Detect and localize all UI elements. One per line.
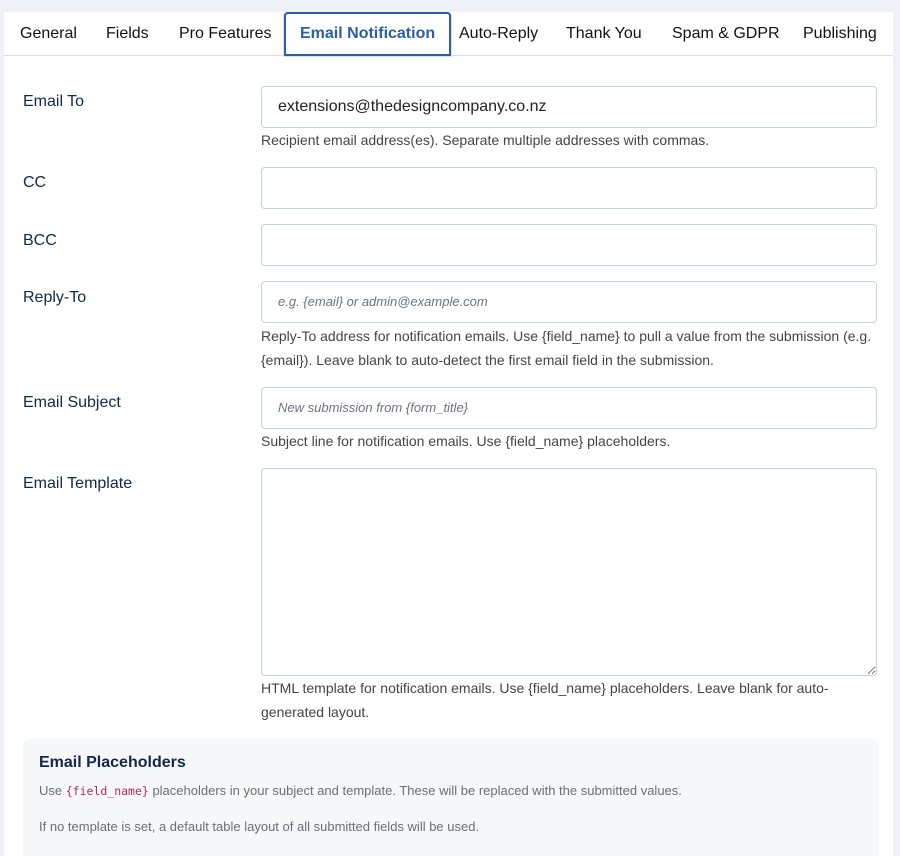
email-placeholders-info: Email Placeholders Use {field_name} plac…	[23, 739, 879, 856]
info-line-1: Use {field_name} placeholders in your su…	[39, 783, 682, 798]
info-title: Email Placeholders	[39, 754, 186, 771]
field-name-code: {field_name}	[65, 784, 149, 798]
bcc-input[interactable]	[261, 224, 877, 266]
info-line-1-pre: Use	[39, 783, 66, 798]
email-subject-input[interactable]	[261, 387, 877, 429]
email-template-help: HTML template for notification emails. U…	[261, 680, 829, 720]
tab-thank-you[interactable]: Thank You	[566, 12, 642, 56]
email-to-help: Recipient email address(es). Separate mu…	[261, 132, 710, 148]
bcc-label: BCC	[23, 232, 57, 249]
email-subject-help: Subject line for notification emails. Us…	[261, 433, 671, 449]
email-template-label: Email Template	[23, 475, 133, 492]
form-settings-card: General Fields Pro Features Email Notifi…	[4, 12, 893, 856]
cc-label: CC	[23, 174, 47, 191]
tab-bar: General Fields Pro Features Email Notifi…	[4, 12, 893, 56]
tab-spam-gdpr[interactable]: Spam & GDPR	[672, 12, 780, 56]
reply-to-input[interactable]	[261, 281, 877, 323]
email-subject-label: Email Subject	[23, 394, 121, 411]
tab-publishing[interactable]: Publishing	[803, 12, 877, 56]
info-line-1-post: placeholders in your subject and templat…	[148, 783, 682, 798]
tab-general[interactable]: General	[20, 12, 77, 56]
email-to-input[interactable]	[261, 86, 877, 128]
reply-to-help: Reply-To address for notification emails…	[261, 328, 872, 368]
tab-pro-features[interactable]: Pro Features	[179, 12, 271, 56]
email-template-textarea[interactable]	[261, 468, 877, 676]
info-line-2: If no template is set, a default table l…	[39, 819, 480, 834]
email-to-label: Email To	[23, 93, 85, 110]
reply-to-label: Reply-To	[23, 289, 87, 306]
tab-auto-reply[interactable]: Auto-Reply	[459, 12, 538, 56]
cc-input[interactable]	[261, 167, 877, 209]
tab-email-notification[interactable]: Email Notification	[284, 12, 452, 56]
tab-fields[interactable]: Fields	[106, 12, 149, 56]
